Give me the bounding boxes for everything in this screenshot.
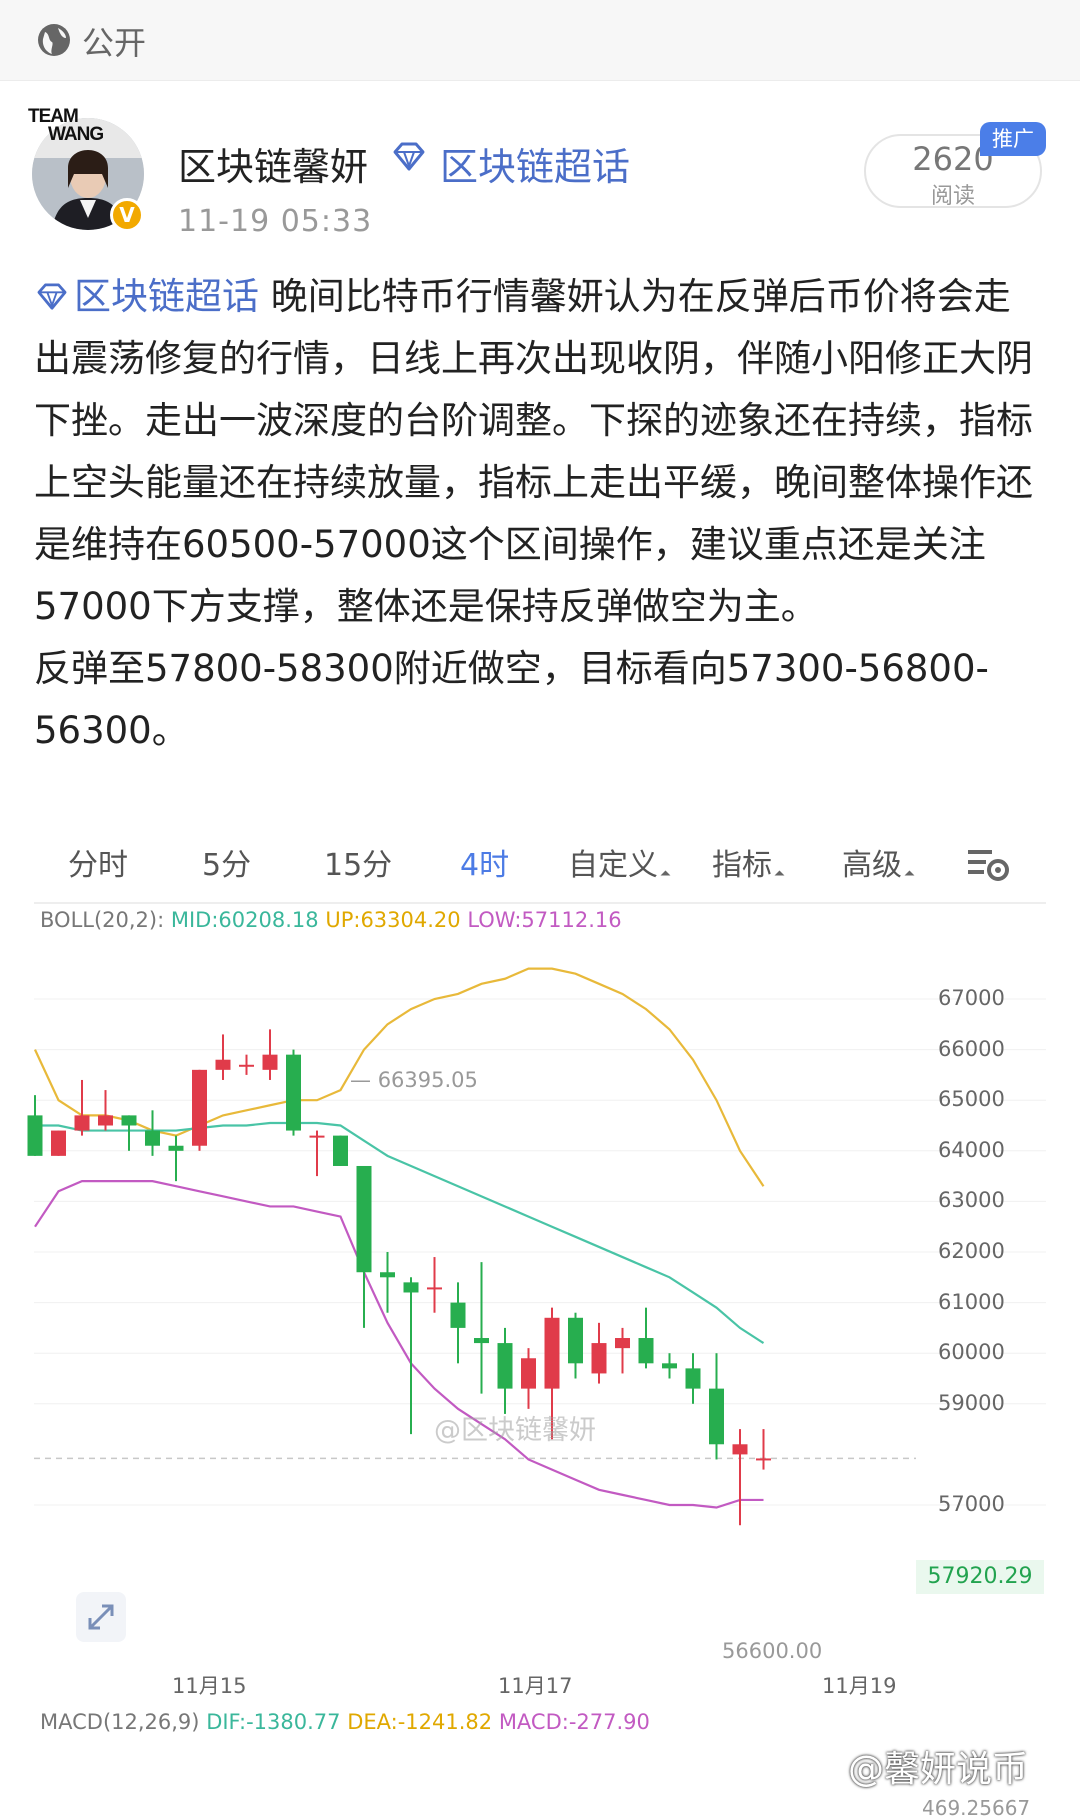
tab-15min[interactable]: 15分 (324, 840, 392, 884)
macd-legend: MACD(12,26,9) DIF:-1380.77 DEA:-1241.82 … (40, 1710, 650, 1734)
candle-body (709, 1388, 724, 1445)
candle-body (145, 1130, 160, 1146)
candle-body (497, 1343, 513, 1389)
candle-body (568, 1317, 583, 1364)
candle-body (27, 1115, 43, 1156)
promo-badge[interactable]: 推广 (980, 122, 1046, 156)
candle-body (286, 1054, 301, 1131)
candle-body (168, 1145, 184, 1151)
candle-body (309, 1135, 325, 1138)
verified-badge-icon: V (110, 198, 144, 232)
chart-watermark: @区块链馨妍 (434, 1415, 596, 1446)
y-axis-tick: 66000 (938, 1036, 1005, 1061)
candle-body (239, 1064, 254, 1067)
chart-period-tabs: 分时 5分 15分 4时 自定义 指标 高级 (0, 830, 1080, 900)
candle-body (121, 1115, 137, 1126)
y-axis-tick: 59000 (938, 1390, 1005, 1415)
diamond-icon (393, 142, 425, 171)
expand-icon[interactable] (76, 1592, 126, 1642)
globe-icon (38, 24, 70, 56)
post-topic-tag[interactable]: 区块链超话 (34, 275, 259, 318)
x-axis-tick: 11月17 (498, 1674, 573, 1698)
candle-body (215, 1059, 231, 1070)
dropdown-triangle-icon (774, 870, 785, 881)
candle-body (685, 1368, 701, 1389)
candle-body (474, 1338, 489, 1344)
candle-body (662, 1363, 677, 1369)
visibility-bar: 公开 (0, 0, 1080, 81)
tab-4h[interactable]: 4时 (460, 840, 509, 884)
y-axis-tick: 61000 (938, 1289, 1005, 1314)
last-price-tag: 57920.29 (916, 1560, 1044, 1594)
macd-dea-value: DEA:-1241.82 (347, 1710, 493, 1734)
x-axis-tick: 11月15 (172, 1674, 247, 1698)
tab-timeshare[interactable]: 分时 (68, 840, 128, 884)
candle-body (98, 1115, 113, 1126)
candle-body (638, 1338, 654, 1364)
candle-body (51, 1130, 66, 1156)
topic-link[interactable]: 区块链超话 (440, 136, 630, 191)
candle-body (403, 1282, 419, 1293)
author-name[interactable]: 区块链馨妍 (178, 136, 368, 191)
candle-body (732, 1444, 748, 1455)
boll-mid-line (35, 1121, 765, 1345)
post-timestamp: 11-19 05:33 (178, 204, 373, 239)
read-label: 阅读 (930, 184, 975, 209)
tab-5min[interactable]: 5分 (202, 840, 251, 884)
candle-body (333, 1135, 348, 1166)
chart-settings-icon[interactable] (966, 846, 1010, 882)
candle-body (521, 1358, 536, 1389)
candlestick-chart[interactable] (0, 904, 1080, 1724)
tab-custom[interactable]: 自定义 (568, 840, 671, 884)
visibility-label: 公开 (82, 24, 147, 62)
post-body: 区块链超话 晚间比特币行情馨妍认为在反弹后币价将会走出震荡修复的行情，日线上再次… (34, 266, 1044, 762)
corner-watermark: @馨妍说币 (848, 1749, 1029, 1790)
candle-body (756, 1458, 771, 1461)
candle-body (356, 1165, 372, 1273)
candle-body (544, 1317, 560, 1389)
macd-dif-value: DIF:-1380.77 (206, 1710, 341, 1734)
y-axis-tick: 57000 (938, 1492, 1005, 1516)
tab-advanced[interactable]: 高级 (842, 840, 915, 884)
avatar-logo-text: TEAM WANG (28, 106, 104, 145)
y-axis-tick: 67000 (938, 986, 1005, 1010)
y-axis-tick: 62000 (938, 1239, 1005, 1263)
y-axis-tick: 64000 (938, 1137, 1005, 1162)
candle-body (450, 1302, 466, 1328)
low-annotation: 56600.00 (722, 1639, 823, 1663)
y-axis-tick: 65000 (938, 1087, 1005, 1112)
y-axis-tick: 60000 (938, 1340, 1005, 1365)
macd-axis-fragment: 469.25667 (922, 1796, 1031, 1820)
candle-body (427, 1287, 442, 1290)
macd-value: MACD:-277.90 (498, 1710, 650, 1734)
candle-body (615, 1338, 630, 1349)
candle-body (74, 1115, 90, 1131)
diamond-icon (37, 283, 67, 310)
candle-body (192, 1069, 207, 1146)
high-annotation: — 66395.05 (350, 1068, 478, 1092)
y-axis-tick: 63000 (938, 1188, 1005, 1213)
post-text-trade-plan: 反弹至57800-58300附近做空，目标看向57300-56800-56300… (34, 647, 989, 752)
x-axis-tick: 11月19 (822, 1674, 897, 1698)
candle-body (262, 1054, 278, 1070)
dropdown-triangle-icon (904, 870, 915, 881)
candle-body (380, 1272, 395, 1278)
tab-indicators[interactable]: 指标 (712, 840, 785, 884)
post-text: 晚间比特币行情馨妍认为在反弹后币价将会走出震荡修复的行情，日线上再次出现收阴，伴… (34, 275, 1033, 628)
dropdown-triangle-icon (660, 870, 671, 881)
candle-body (591, 1343, 607, 1374)
